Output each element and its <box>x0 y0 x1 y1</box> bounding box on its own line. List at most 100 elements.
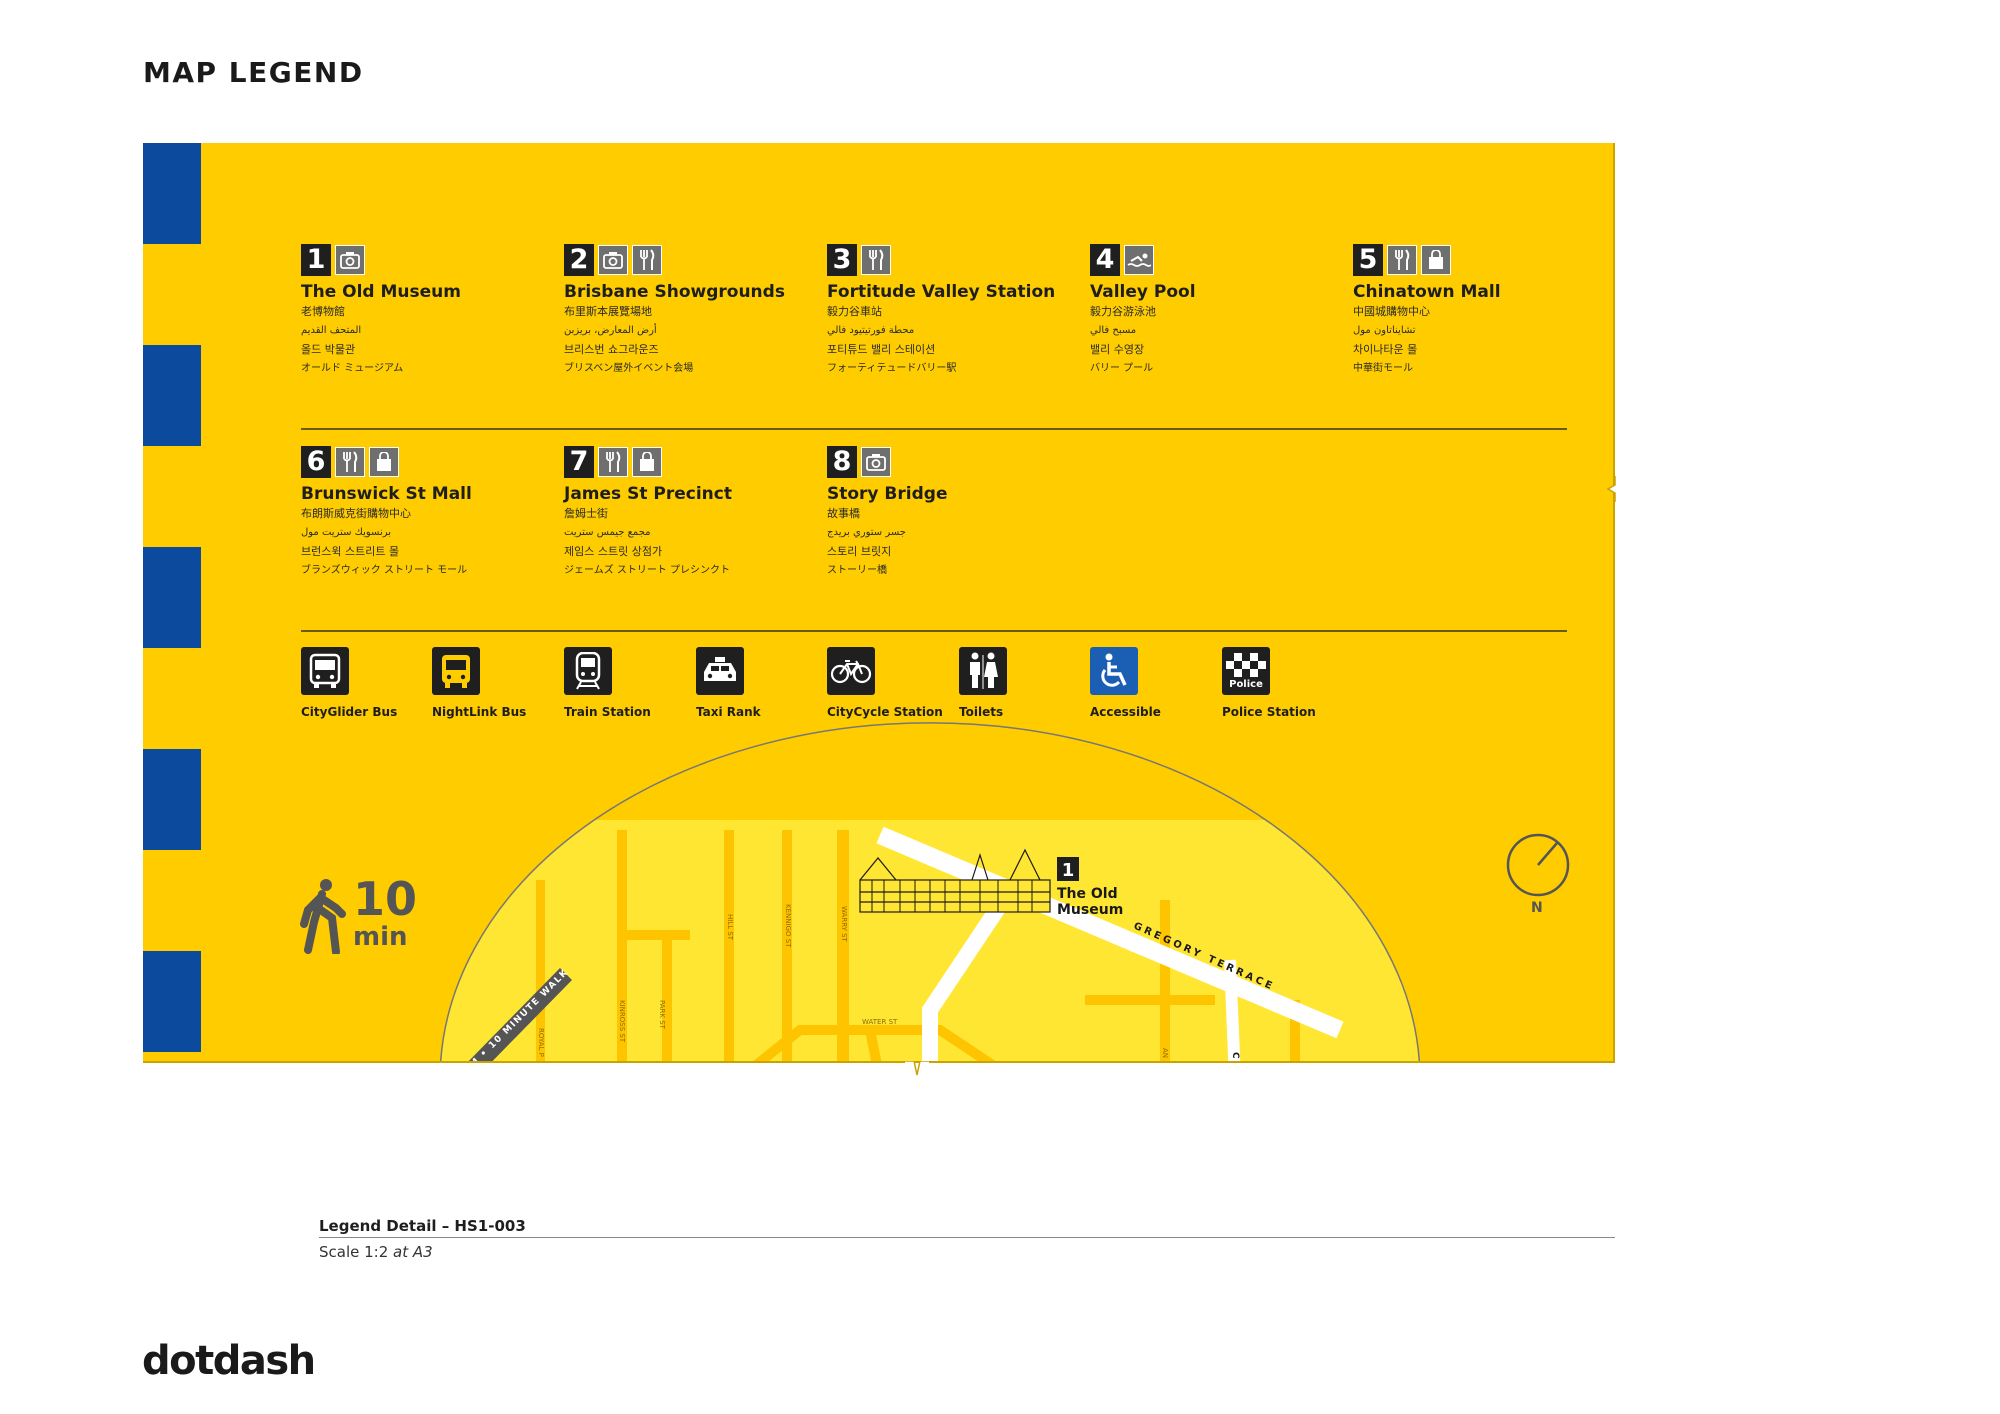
name-japanese: ストーリー橋 <box>827 565 887 576</box>
police-icon: Police <box>1222 647 1270 695</box>
attraction-6: 6 Brunswick St Mall 布朗斯威克街購物中心 برنسويك س… <box>301 446 561 580</box>
walk-time: 10 min <box>298 872 428 958</box>
attraction-4: 4 Valley Pool 毅力谷游泳池 مسبح فالي 밸리 수영장 バリ… <box>1090 244 1350 378</box>
scale-value: Scale 1:2 <box>319 1243 389 1261</box>
name-korean: 브런스윅 스트리트 몰 <box>301 545 400 558</box>
service-nightlink: NightLink Bus <box>432 647 562 719</box>
name-korean: 밸리 수영장 <box>1090 343 1145 356</box>
service-label: NightLink Bus <box>432 705 527 719</box>
name-korean: 포티튜드 밸리 스테이션 <box>827 343 936 356</box>
name-japanese: ブリスベン屋外イベント会場 <box>564 363 694 374</box>
compass-north-label: N <box>1531 900 1543 916</box>
bicycle-icon <box>827 647 875 695</box>
attraction-number: 6 <box>301 446 331 478</box>
service-label: Accessible <box>1090 705 1161 719</box>
name-chinese: 毅力谷車站 <box>827 305 882 318</box>
attraction-name: Fortitude Valley Station <box>827 282 1056 302</box>
walk-minutes: 10 <box>353 872 418 926</box>
service-label: Train Station <box>564 705 651 719</box>
name-arabic: مجمع جيمس ستريت <box>564 527 651 538</box>
attraction-number: 3 <box>827 244 857 276</box>
name-korean: 올드 박물관 <box>301 343 356 356</box>
name-japanese: 中華街モール <box>1353 363 1413 374</box>
attraction-number: 1 <box>301 244 331 276</box>
food-icon <box>632 245 662 275</box>
footer-divider <box>319 1237 1615 1238</box>
street-label: HILL ST <box>726 914 734 941</box>
name-arabic: برنسويك ستريت مول <box>301 527 392 538</box>
name-japanese: フォーティテュードバリー駅 <box>827 363 957 374</box>
scale-note: Scale 1:2 at A3 <box>319 1243 433 1261</box>
service-label: Police Station <box>1222 705 1316 719</box>
street-label: C <box>1230 1052 1240 1059</box>
name-chinese: 布里斯本展覽場地 <box>564 305 652 318</box>
food-icon <box>1387 245 1417 275</box>
taxi-icon <box>696 647 744 695</box>
name-japanese: バリー プール <box>1090 363 1154 374</box>
attraction-name: James St Precinct <box>564 484 732 504</box>
attraction-name: Valley Pool <box>1090 282 1196 302</box>
attraction-2: 2 Brisbane Showgrounds 布里斯本展覽場地 أرض المع… <box>564 244 824 378</box>
attraction-number: 5 <box>1353 244 1383 276</box>
service-toilets: Toilets <box>959 647 1089 719</box>
museum-icon <box>335 245 365 275</box>
toilets-icon <box>959 647 1007 695</box>
name-chinese: 故事橋 <box>827 507 860 520</box>
attraction-number: 4 <box>1090 244 1120 276</box>
attraction-name: Brunswick St Mall <box>301 484 472 504</box>
name-japanese: ジェームズ ストリート プレシンクト <box>564 565 731 576</box>
service-label: CityGlider Bus <box>301 705 398 719</box>
street-label: KINROSS ST <box>618 1000 626 1043</box>
street-label: WARRY ST <box>840 906 848 943</box>
service-taxi: Taxi Rank <box>696 647 826 719</box>
brand-logo: dotdash <box>142 1338 316 1384</box>
walk-unit: min <box>353 922 408 952</box>
swimming-icon <box>1124 245 1154 275</box>
name-korean: 스토리 브릿지 <box>827 545 892 558</box>
food-icon <box>861 245 891 275</box>
divider <box>301 630 1567 632</box>
service-accessible: Accessible <box>1090 647 1220 719</box>
attraction-name: Chinatown Mall <box>1353 282 1501 302</box>
scale-paper: at A3 <box>393 1243 433 1261</box>
police-badge-text: Police <box>1229 678 1263 690</box>
service-label: Toilets <box>959 705 1004 719</box>
attraction-3: 3 Fortitude Valley Station 毅力谷車站 محطة فو… <box>827 244 1087 378</box>
shopping-icon <box>369 447 399 477</box>
walking-person-icon <box>300 879 346 956</box>
bus-icon <box>301 647 349 695</box>
name-arabic: أرض المعارض، بريزبن <box>564 325 657 336</box>
name-japanese: ブランズウィック ストリート モール <box>301 565 468 576</box>
divider <box>301 428 1567 430</box>
name-arabic: جسر ستوري بريدج <box>827 527 906 538</box>
checker-pattern <box>1226 652 1266 677</box>
service-label: CityCycle Station <box>827 705 943 719</box>
attraction-1: 1 The Old Museum 老博物館 المتحف القديم 올드 박… <box>301 244 561 378</box>
attraction-number: 7 <box>564 446 594 478</box>
museum-icon <box>598 245 628 275</box>
attraction-8: 8 Story Bridge 故事橋 جسر ستوري بريدج 스토리 브… <box>827 446 1087 580</box>
street-label: PARK ST <box>658 1000 666 1030</box>
attraction-7: 7 James St Precinct 詹姆士街 مجمع جيمس ستريت… <box>564 446 824 580</box>
bus-icon <box>432 647 480 695</box>
train-icon <box>564 647 612 695</box>
name-chinese: 布朗斯威克街購物中心 <box>301 507 411 520</box>
service-police: Police Police Station <box>1222 647 1352 719</box>
compass-icon <box>1506 833 1570 897</box>
name-arabic: مسبح فالي <box>1090 325 1137 336</box>
name-korean: 차이나타운 몰 <box>1353 343 1418 356</box>
name-chinese: 詹姆士街 <box>564 507 608 520</box>
street-label: ROYAL P <box>537 1028 545 1057</box>
name-korean: 제임스 스트릿 상점가 <box>564 545 663 558</box>
shopping-icon <box>1421 245 1451 275</box>
food-icon <box>335 447 365 477</box>
service-train: Train Station <box>564 647 694 719</box>
legend-detail-title: Legend Detail – HS1-003 <box>319 1217 526 1235</box>
name-japanese: オールド ミュージアム <box>301 363 404 374</box>
service-label: Taxi Rank <box>696 705 761 719</box>
name-arabic: المتحف القديم <box>301 325 362 336</box>
name-chinese: 毅力谷游泳池 <box>1090 305 1156 318</box>
name-korean: 브리스번 쇼그라운즈 <box>564 343 659 356</box>
shopping-icon <box>632 447 662 477</box>
attraction-number: 8 <box>827 446 857 478</box>
